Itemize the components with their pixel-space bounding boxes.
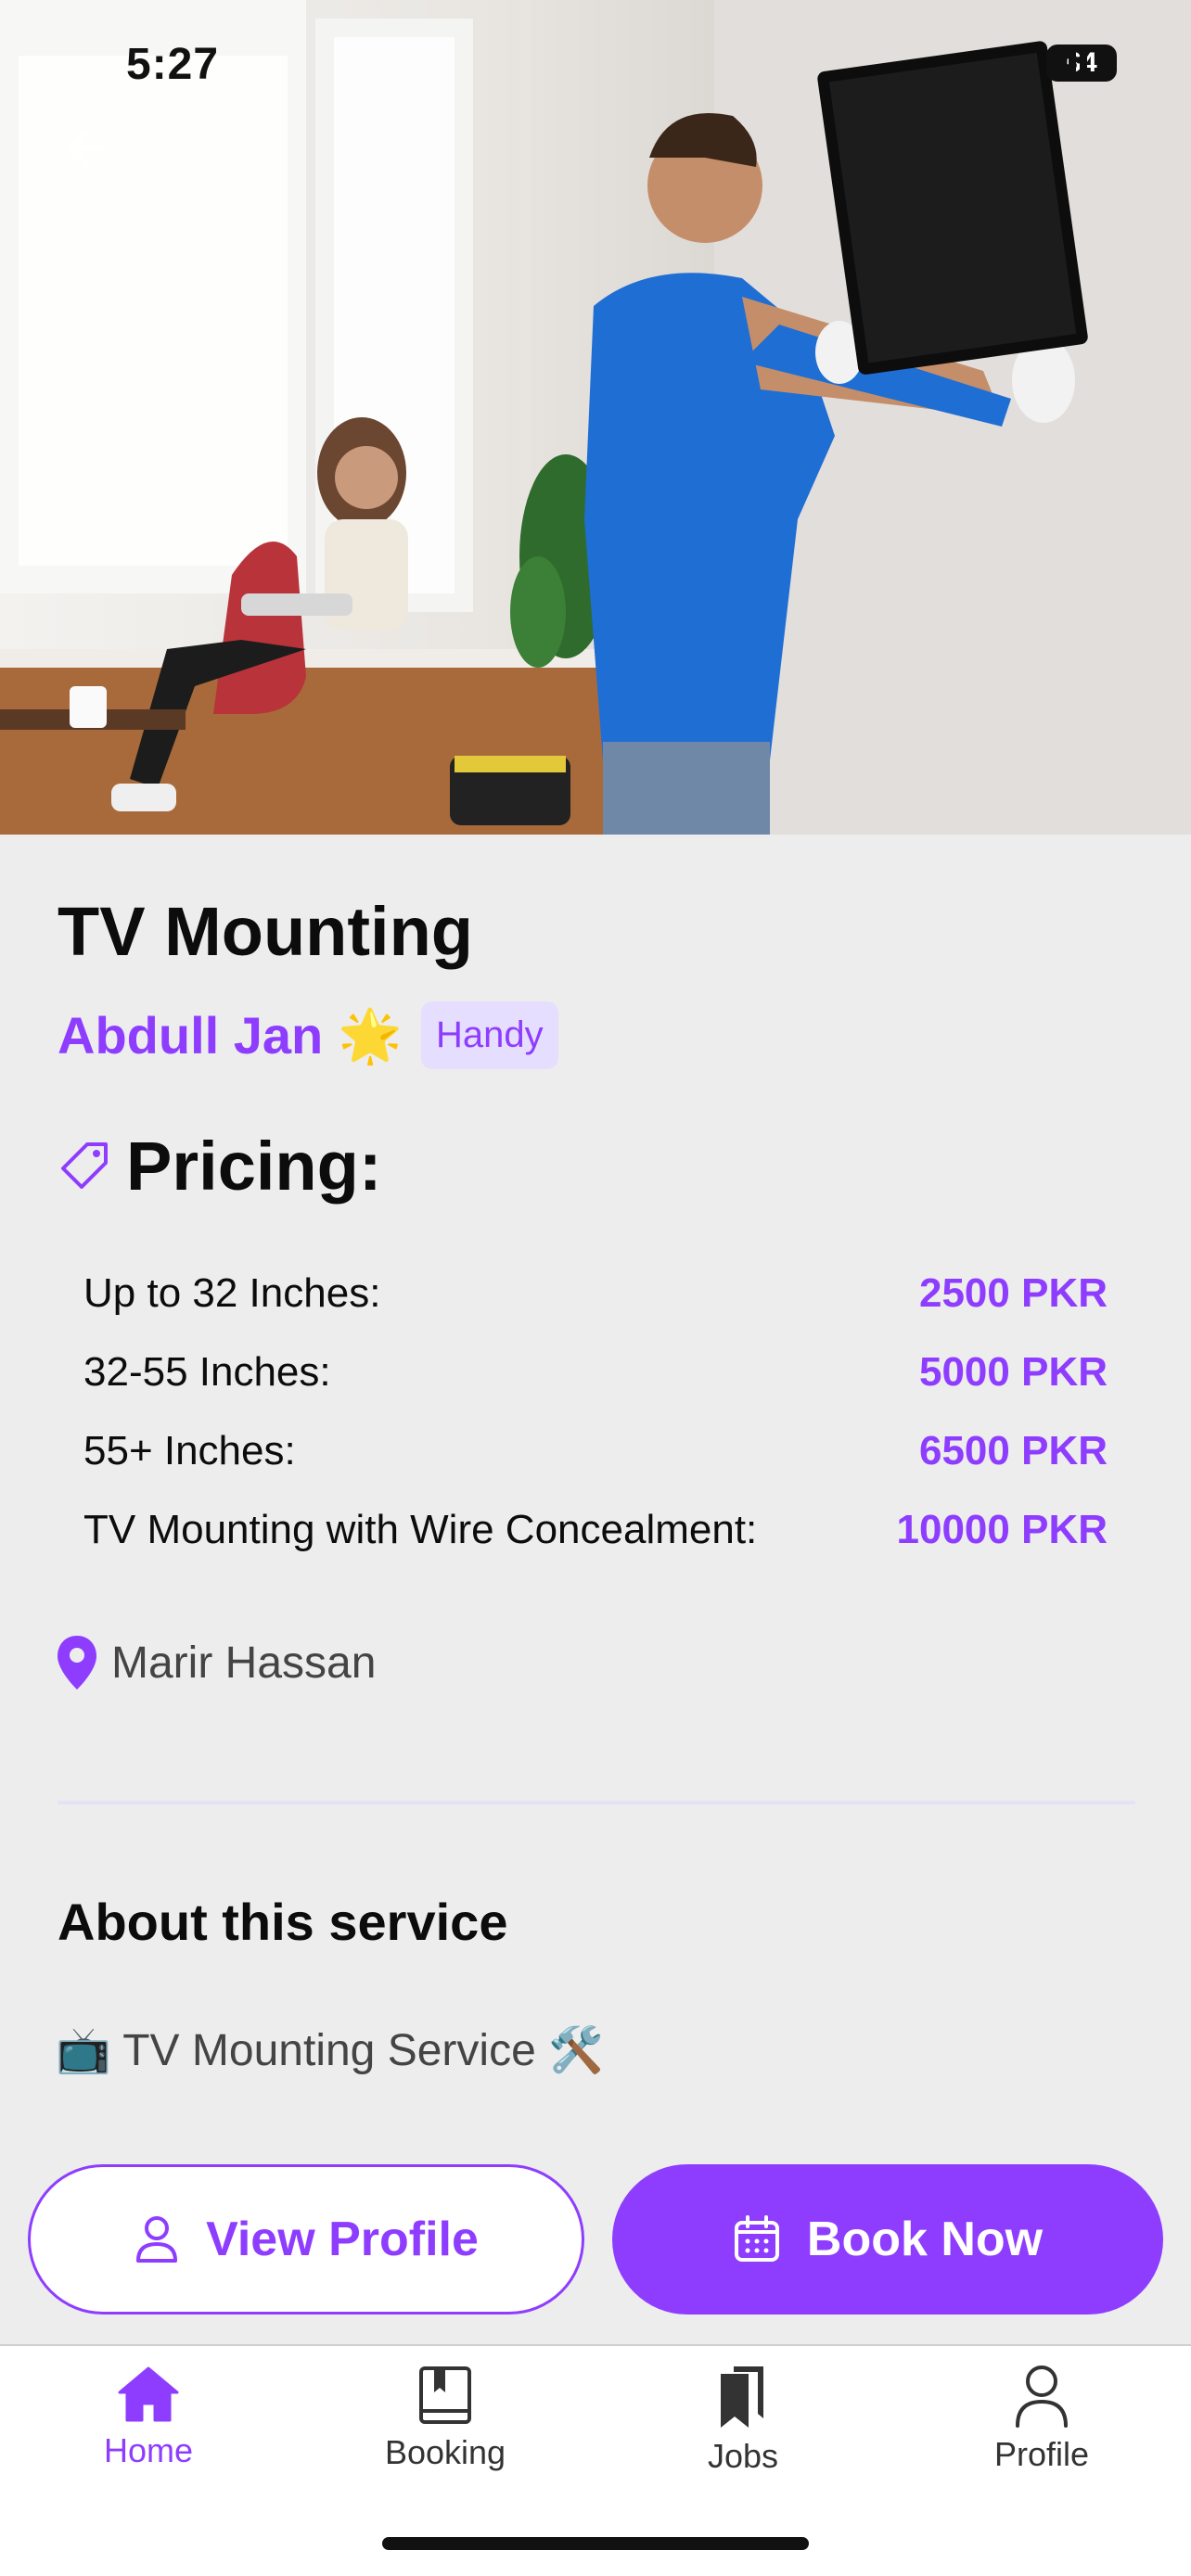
price-row: Up to 32 Inches: 2500 PKR — [83, 1254, 1108, 1333]
book-icon — [419, 2366, 471, 2424]
service-detail-screen: 5:27 64 TV Mounting Abdull Jan 🌟 — [0, 0, 1191, 2576]
star-emoji: 🌟 — [338, 1005, 403, 1065]
tab-profile-label: Profile — [993, 2435, 1090, 2473]
bookmarks-icon — [721, 2366, 763, 2428]
price-label: 32-55 Inches: — [83, 1348, 331, 1395]
pricing-title: Pricing: — [126, 1128, 382, 1205]
hero-image: 5:27 64 — [0, 0, 1191, 835]
home-indicator[interactable] — [382, 2537, 809, 2550]
back-arrow-icon — [67, 128, 111, 169]
view-profile-label: View Profile — [206, 2213, 479, 2266]
view-profile-button[interactable]: View Profile — [28, 2164, 584, 2315]
location-row: Marir Hassan — [56, 1634, 376, 1691]
price-value: 2500 PKR — [918, 1269, 1108, 1316]
tab-profile[interactable]: Profile — [930, 2365, 1153, 2474]
price-list: Up to 32 Inches: 2500 PKR 32-55 Inches: … — [83, 1254, 1108, 1569]
tab-booking[interactable]: Booking — [334, 2365, 557, 2472]
pricing-heading: Pricing: — [56, 1127, 381, 1205]
price-tag-icon — [61, 1141, 108, 1189]
price-row: 55+ Inches: 6500 PKR — [83, 1411, 1108, 1490]
location-pin-icon — [58, 1636, 96, 1690]
tab-booking-label: Booking — [384, 2433, 506, 2471]
price-value: 5000 PKR — [918, 1348, 1108, 1395]
provider-name[interactable]: Abdull Jan — [58, 1005, 323, 1065]
category-badge: Handy — [420, 1001, 558, 1069]
price-value: 10000 PKR — [896, 1506, 1108, 1552]
calendar-icon — [734, 2215, 779, 2262]
book-now-button[interactable]: Book Now — [612, 2164, 1163, 2315]
tab-home[interactable]: Home — [37, 2365, 260, 2470]
book-now-label: Book Now — [806, 2213, 1044, 2266]
status-time: 5:27 — [126, 40, 220, 89]
tab-jobs-label: Jobs — [707, 2437, 779, 2475]
status-icons: 64 — [1046, 45, 1117, 82]
about-text: 📺 TV Mounting Service 🛠️ — [56, 2026, 604, 2075]
tab-jobs[interactable]: Jobs — [632, 2365, 854, 2476]
price-row: TV Mounting with Wire Concealment: 10000… — [83, 1490, 1108, 1569]
location-text: Marir Hassan — [111, 1638, 377, 1688]
price-value: 6500 PKR — [918, 1427, 1108, 1473]
service-title: TV Mounting — [58, 893, 473, 970]
price-row: 32-55 Inches: 5000 PKR — [83, 1333, 1108, 1411]
home-icon — [118, 2366, 179, 2422]
wifi-icon — [1046, 45, 1087, 73]
price-label: Up to 32 Inches: — [83, 1269, 381, 1316]
about-title: About this service — [58, 1893, 508, 1951]
price-label: TV Mounting with Wire Concealment: — [83, 1506, 758, 1552]
section-divider — [58, 1801, 1135, 1804]
provider-row: Abdull Jan 🌟 Handy — [58, 1001, 558, 1069]
back-button[interactable] — [59, 119, 134, 193]
hero-illustration — [0, 0, 1191, 835]
user-icon — [136, 2216, 178, 2263]
profile-icon — [1016, 2366, 1068, 2428]
price-label: 55+ Inches: — [83, 1427, 296, 1473]
tab-home-label: Home — [103, 2431, 194, 2469]
